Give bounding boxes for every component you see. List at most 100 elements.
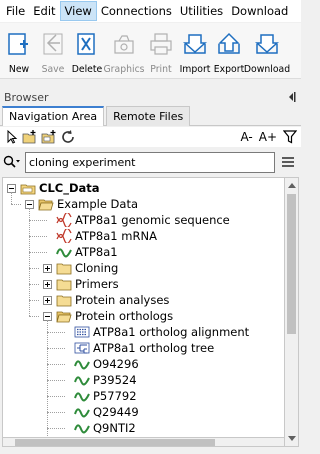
- tree-icon: [74, 342, 90, 354]
- browser-header: Browser: [0, 88, 301, 106]
- tree-connector: [29, 316, 39, 317]
- tree-row[interactable]: O94296: [61, 356, 139, 372]
- tree-connector: [29, 220, 47, 221]
- tree-connector: [29, 208, 30, 316]
- refresh-icon[interactable]: [60, 129, 76, 145]
- print-button[interactable]: Print: [144, 23, 178, 79]
- folder-icon: [56, 279, 72, 291]
- menu-edit[interactable]: Edit: [29, 1, 59, 21]
- tree-row[interactable]: Q29449: [61, 404, 139, 420]
- navigation-tree: CLC_Data Example Data ATP8a1 genomic seque…: [2, 177, 285, 447]
- tree-row[interactable]: ATP8a1 ortholog tree: [61, 340, 214, 356]
- tree-row-label: Q9NTI2: [93, 421, 136, 435]
- tab-remote-files[interactable]: Remote Files: [106, 106, 191, 126]
- folder-open-icon: [56, 311, 72, 323]
- new-button[interactable]: New: [2, 23, 36, 79]
- menu-view[interactable]: View: [59, 1, 97, 21]
- graphics-icon: [114, 35, 134, 54]
- search-icon[interactable]: [3, 155, 21, 169]
- tree-row[interactable]: P57792: [61, 388, 137, 404]
- filter-icon[interactable]: [283, 130, 297, 144]
- tree-row-label: P57792: [93, 389, 137, 403]
- tree-connector: [47, 320, 48, 444]
- import-icon: [183, 34, 207, 54]
- tree-row[interactable]: ATP8a1 mRNA: [43, 228, 157, 244]
- protein-icon: [74, 424, 90, 434]
- tree-connector: [29, 236, 47, 237]
- main-toolbar: New Save Delete Graphics Print Import Ex…: [0, 23, 301, 79]
- download-icon: [255, 34, 279, 54]
- tree-connector: [11, 204, 21, 205]
- tree-connector: [47, 380, 65, 381]
- scroll-thumb[interactable]: [287, 194, 296, 334]
- tree-row-label: P39524: [93, 373, 137, 387]
- horizontal-scrollbar[interactable]: [2, 437, 285, 447]
- folder-icon: [56, 295, 72, 307]
- new-label: New: [8, 64, 30, 75]
- tree-connector: [47, 396, 65, 397]
- sequence-icon: [56, 229, 72, 243]
- menu-connections[interactable]: Connections: [97, 1, 176, 21]
- expand-plus-icon[interactable]: [43, 279, 52, 289]
- tree-connector: [47, 364, 65, 365]
- tree-connector: [47, 332, 65, 333]
- database-icon: [20, 184, 36, 195]
- tree-row-label: Q29449: [93, 405, 139, 419]
- new-icon: [8, 33, 28, 55]
- tree-row-label: Protein analyses: [75, 293, 170, 307]
- tree-connector: [29, 252, 47, 253]
- scroll-down-arrow-icon[interactable]: [285, 432, 299, 446]
- tree-row[interactable]: Primers: [43, 276, 119, 292]
- scroll-up-arrow-icon[interactable]: [285, 178, 299, 192]
- tree-connector: [29, 300, 39, 301]
- graphics-button[interactable]: Graphics: [103, 23, 145, 79]
- add-folder-icon-2[interactable]: [41, 129, 57, 145]
- tree-connector: [47, 428, 65, 429]
- tree-row[interactable]: Q9NTI2: [61, 420, 136, 436]
- download-button[interactable]: Download: [244, 23, 290, 79]
- protein-icon: [56, 248, 72, 258]
- search-input[interactable]: [25, 151, 275, 173]
- print-icon: [150, 33, 172, 55]
- increase-font-button[interactable]: A+: [259, 130, 277, 144]
- alignment-icon: [74, 326, 90, 338]
- tree-row-label: Cloning: [75, 261, 119, 275]
- export-button[interactable]: Export: [212, 23, 246, 79]
- export-label: Export: [213, 64, 245, 75]
- expand-plus-icon[interactable]: [43, 295, 52, 305]
- pointer-icon[interactable]: [3, 129, 19, 145]
- add-folder-icon[interactable]: [22, 129, 38, 145]
- tree-row[interactable]: Cloning: [43, 260, 118, 276]
- tree-row[interactable]: ATP8a1 genomic sequence: [43, 212, 230, 228]
- tree-row[interactable]: CLC_Data: [7, 180, 100, 196]
- vertical-scrollbar[interactable]: [285, 177, 299, 447]
- tree-row[interactable]: P39524: [61, 372, 137, 388]
- tree-row[interactable]: Protein orthologs: [43, 308, 173, 324]
- tree-row-label: ATP8a1 ortholog alignment: [93, 325, 250, 339]
- horizontal-scroll-thumb[interactable]: [15, 439, 215, 446]
- save-label: Save: [41, 64, 65, 75]
- browser-title: Browser: [4, 90, 49, 104]
- print-label: Print: [150, 64, 172, 75]
- save-button[interactable]: Save: [36, 23, 70, 79]
- menu-file[interactable]: File: [2, 1, 29, 21]
- save-icon: [43, 33, 63, 55]
- tree-row-label: O94296: [93, 357, 139, 371]
- tree-row[interactable]: Protein analyses: [43, 292, 169, 308]
- import-button[interactable]: Import: [178, 23, 212, 79]
- expand-plus-icon[interactable]: [43, 263, 52, 273]
- tree-row[interactable]: ATP8a1: [43, 244, 118, 260]
- delete-button[interactable]: Delete: [70, 23, 104, 79]
- tab-navigation-area[interactable]: Navigation Area: [2, 106, 105, 126]
- decrease-font-button[interactable]: A-: [240, 130, 252, 144]
- tree-row[interactable]: Example Data: [25, 196, 138, 212]
- menu-utilities[interactable]: Utilities: [176, 1, 227, 21]
- hamburger-menu-icon[interactable]: [281, 156, 295, 168]
- folder-icon: [56, 263, 72, 275]
- protein-icon: [74, 392, 90, 402]
- tree-row-label: Primers: [75, 277, 119, 291]
- collapse-panel-icon[interactable]: [287, 91, 297, 103]
- tree-row[interactable]: ATP8a1 ortholog alignment: [61, 324, 249, 340]
- tree-row-label: Protein orthologs: [75, 309, 174, 323]
- menu-download[interactable]: Download: [227, 1, 292, 21]
